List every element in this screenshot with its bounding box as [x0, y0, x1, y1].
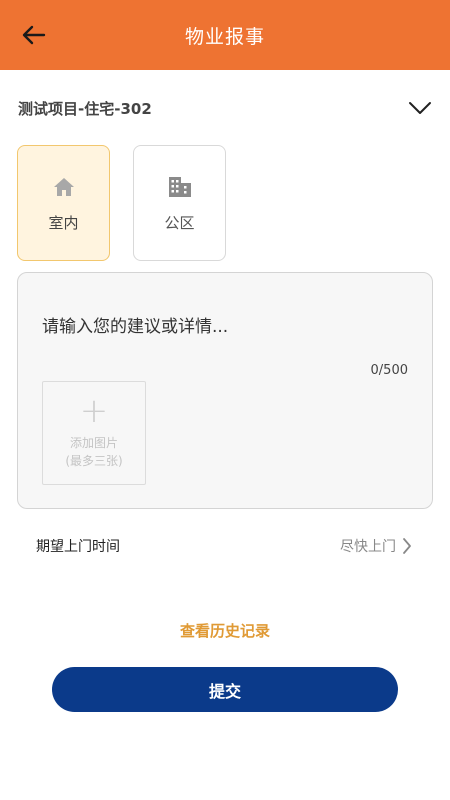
type-card-label: 公区: [164, 213, 195, 232]
page-title: 物业报事: [184, 25, 265, 48]
char-counter: 0/500: [370, 363, 408, 378]
type-card-label: 室内: [48, 213, 79, 232]
visit-time-value: 尽快上门: [340, 539, 396, 555]
visit-time-selector: 尽快上门: [340, 536, 412, 556]
back-button[interactable]: [14, 17, 54, 53]
arrow-left-icon: [22, 25, 46, 45]
detail-box: 0/500 + 添加图片 (最多三张): [17, 272, 433, 509]
add-photo-limit: (最多三张): [65, 454, 123, 468]
project-name: 测试项目-住宅-302: [18, 99, 152, 118]
app-header: 物业报事: [0, 0, 450, 70]
visit-time-label: 期望上门时间: [36, 539, 120, 555]
plus-icon: +: [79, 391, 109, 431]
add-photo-label: 添加图片: [69, 436, 118, 450]
history-link[interactable]: 查看历史记录: [0, 620, 450, 641]
submit-button[interactable]: 提交: [52, 667, 398, 712]
home-icon: [51, 174, 77, 200]
visit-time-row[interactable]: 期望上门时间 尽快上门: [0, 526, 450, 566]
building-icon: [167, 174, 193, 200]
type-card-public-area[interactable]: 公区: [133, 145, 226, 261]
detail-input[interactable]: [42, 311, 412, 343]
chevron-down-icon: [409, 102, 431, 114]
project-selector[interactable]: 测试项目-住宅-302: [0, 86, 450, 130]
add-photo-button[interactable]: + 添加图片 (最多三张): [42, 381, 146, 485]
type-card-indoor[interactable]: 室内: [17, 145, 110, 261]
chevron-right-icon: [403, 538, 411, 554]
